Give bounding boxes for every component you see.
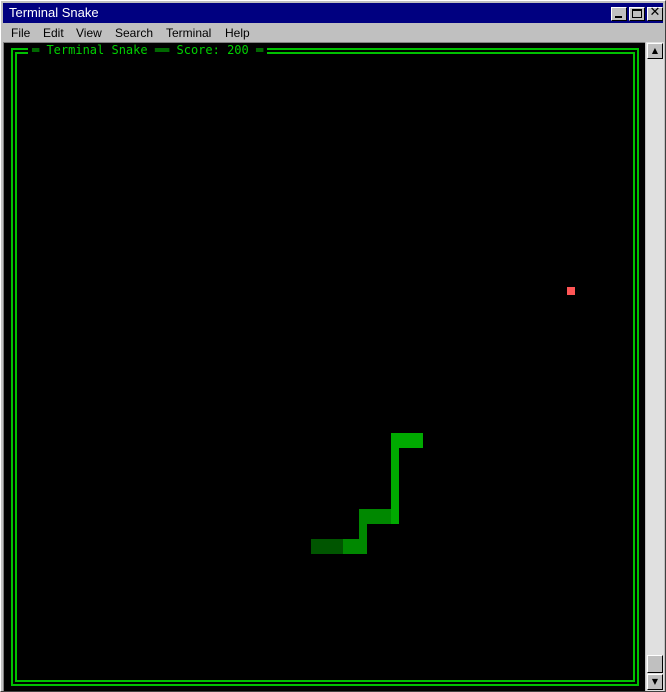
game-title-score: ═ Terminal Snake ══ Score: 200 ═ — [28, 43, 268, 57]
menu-view[interactable]: View — [76, 25, 102, 41]
game-frame-inner — [15, 52, 635, 682]
terminal-screen[interactable]: ═ Terminal Snake ══ Score: 200 ═ — [3, 42, 645, 691]
minimize-icon — [615, 16, 622, 18]
snake-body-segment — [359, 524, 367, 539]
menu-search[interactable]: Search — [115, 25, 153, 41]
menu-terminal[interactable]: Terminal — [166, 25, 211, 41]
food-pellet — [567, 287, 575, 295]
close-icon: ✕ — [649, 5, 661, 20]
snake-head — [391, 433, 423, 448]
snake-body-segment — [343, 539, 367, 554]
menu-bar: File Edit View Search Terminal Help — [3, 24, 663, 42]
menu-edit[interactable]: Edit — [43, 25, 64, 41]
arrow-up-icon: ▲ — [651, 46, 659, 55]
arrow-down-icon: ▼ — [651, 677, 659, 686]
close-button[interactable]: ✕ — [647, 5, 663, 21]
title-bar[interactable]: Terminal Snake ✕ — [3, 3, 663, 23]
snake-body-segment — [391, 448, 399, 524]
scroll-up-button[interactable]: ▲ — [647, 43, 663, 59]
snake-tail — [311, 539, 343, 554]
menu-file[interactable]: File — [11, 25, 30, 41]
window-title: Terminal Snake — [9, 5, 99, 20]
menu-help[interactable]: Help — [225, 25, 250, 41]
maximize-icon — [632, 9, 642, 18]
minimize-button[interactable] — [611, 7, 627, 21]
terminal-window: Terminal Snake ✕ File Edit View Search T… — [0, 0, 666, 692]
maximize-button[interactable] — [629, 7, 645, 21]
scroll-down-button[interactable]: ▼ — [647, 674, 663, 690]
vertical-scrollbar[interactable]: ▲ ▼ — [646, 42, 664, 691]
scroll-thumb[interactable] — [647, 655, 663, 673]
snake-body-segment — [359, 509, 391, 524]
